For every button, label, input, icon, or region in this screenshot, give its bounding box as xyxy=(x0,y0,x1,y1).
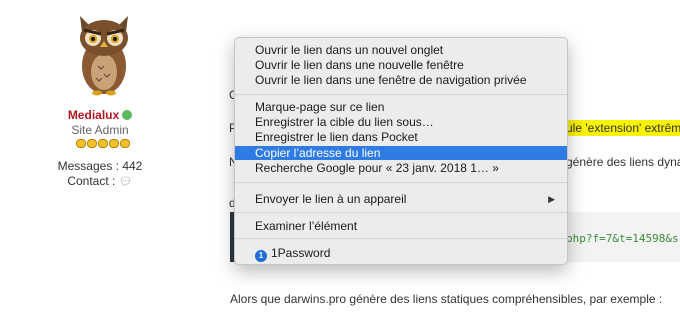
post-paragraph: Alors que darwins.pro génère des liens s… xyxy=(230,292,663,306)
rank-pip xyxy=(109,139,119,148)
messages-count[interactable]: 442 xyxy=(122,159,142,173)
user-panel: Medialux Site Admin Messages : 442 Conta… xyxy=(0,0,200,313)
send-to-device-label: Envoyer le lien à un appareil xyxy=(255,192,407,206)
1password-icon: 1 xyxy=(255,250,267,262)
owl-avatar[interactable] xyxy=(74,14,134,96)
contact-label: Contact : xyxy=(67,174,116,188)
menu-separator xyxy=(235,94,567,95)
menu-item-send-to-device[interactable]: Envoyer le lien à un appareil ▶ xyxy=(235,192,567,206)
username-link[interactable]: Medialux xyxy=(68,108,119,122)
menu-item-save-link-as[interactable]: Enregistrer la cible du lien sous… xyxy=(235,115,567,129)
rank-pip xyxy=(98,139,108,148)
context-menu: Ouvrir le lien dans un nouvel onglet Ouv… xyxy=(234,37,568,265)
menu-item-open-private-window[interactable]: Ouvrir le lien dans une fenêtre de navig… xyxy=(235,73,567,87)
rank-pip xyxy=(120,139,130,148)
rank-pip xyxy=(76,139,86,148)
messages-label: Messages : xyxy=(57,159,119,173)
menu-separator xyxy=(235,238,567,239)
messages-stat: Messages : 442 xyxy=(0,159,200,173)
rank-bar xyxy=(76,139,130,148)
user-role: Site Admin xyxy=(71,123,129,137)
post-text-fragment-right: génère des liens dynam xyxy=(566,155,680,169)
menu-item-1password[interactable]: 1 1Password xyxy=(235,246,567,262)
rank-pip xyxy=(87,139,97,148)
menu-item-inspect-element[interactable]: Examiner l’élément xyxy=(235,219,567,233)
menu-item-google-search[interactable]: Recherche Google pour « 23 janv. 2018 1…… xyxy=(235,161,567,175)
menu-item-bookmark-link[interactable]: Marque-page sur ce lien xyxy=(235,100,567,114)
online-status-icon xyxy=(122,110,133,120)
menu-item-open-new-window[interactable]: Ouvrir le lien dans une nouvelle fenêtre xyxy=(235,58,567,72)
menu-item-copy-link-address[interactable]: Copier l’adresse du lien xyxy=(235,146,567,160)
speech-bubble-icon[interactable]: 💬︎ xyxy=(119,176,133,188)
menu-item-open-new-tab[interactable]: Ouvrir le lien dans un nouvel onglet xyxy=(235,43,567,57)
triangle-right-icon: ▶ xyxy=(548,194,555,204)
highlighted-text: ule 'extension' extrêm xyxy=(566,121,680,135)
menu-separator xyxy=(235,212,567,213)
menu-item-save-to-pocket[interactable]: Enregistrer le lien dans Pocket xyxy=(235,130,567,144)
code-link-text[interactable]: php?f=7&t=14598&s xyxy=(566,232,679,245)
contact-stat: Contact : 💬︎ xyxy=(0,174,200,188)
menu-separator xyxy=(235,182,567,183)
username-row: Medialux xyxy=(0,108,200,122)
1password-label: 1Password xyxy=(271,246,331,260)
